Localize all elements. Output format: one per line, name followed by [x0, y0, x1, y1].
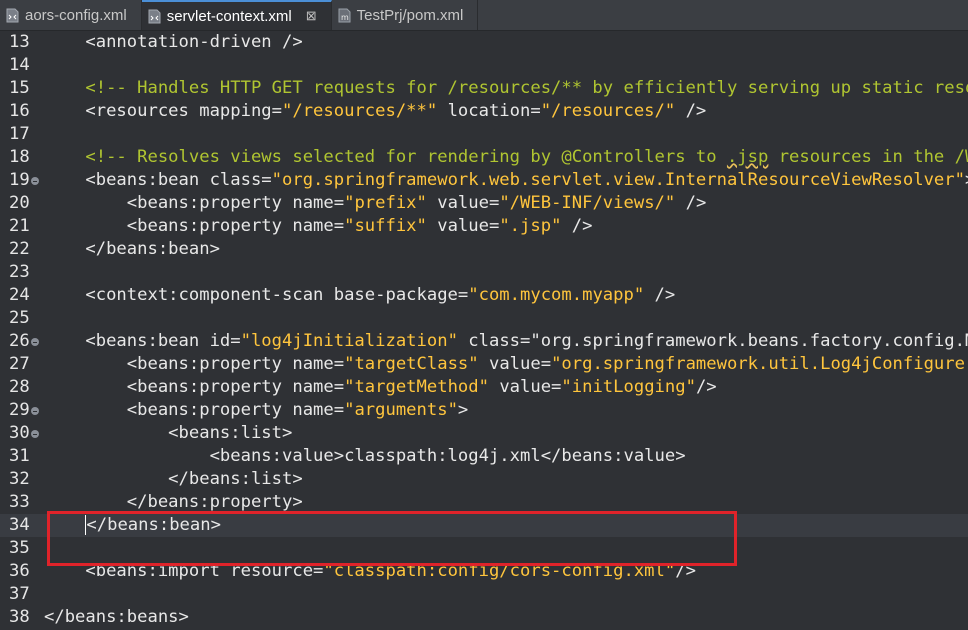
code-text: <resources mapping="/resources/**" locat…	[44, 101, 707, 121]
tab-2[interactable]: servlet-context.xml ⊠	[141, 0, 332, 30]
tab-label: servlet-context.xml	[166, 7, 292, 25]
line-number: 34	[9, 515, 30, 535]
line-number: 13	[9, 32, 30, 52]
line-number: 16	[9, 101, 30, 121]
line-number: 28	[9, 377, 30, 397]
code-line[interactable]: 38 </beans:beans>	[0, 606, 968, 629]
code-line[interactable]: 25	[0, 307, 968, 330]
svg-text:m: m	[341, 13, 349, 22]
code-line[interactable]: 21 <beans:property name="suffix" value="…	[0, 215, 968, 238]
code-text: <beans:property name="targetMethod" valu…	[44, 377, 717, 397]
code-text: </beans:beans>	[44, 607, 189, 627]
line-number: 20	[9, 193, 30, 213]
collapse-fold-icon[interactable]	[31, 407, 39, 415]
code-text: </beans:list>	[44, 469, 303, 489]
code-text: <beans:property name="arguments">	[44, 400, 469, 420]
code-line[interactable]: 23	[0, 261, 968, 284]
line-number: 23	[9, 262, 30, 282]
code-text: </beans:bean>	[85, 515, 221, 535]
code-line[interactable]: 17	[0, 123, 968, 146]
code-text: <beans:property name="suffix" value=".js…	[44, 216, 593, 236]
code-line[interactable]: 20 <beans:property name="prefix" value="…	[0, 192, 968, 215]
line-number: 31	[9, 446, 30, 466]
code-line[interactable]: 24 <context:component-scan base-package=…	[0, 284, 968, 307]
code-text: <beans:property name="prefix" value="/WE…	[44, 193, 707, 213]
xml-file-icon	[148, 9, 161, 24]
code-line[interactable]: 27 <beans:property name="targetClass" va…	[0, 353, 968, 376]
close-tab-icon[interactable]: ⊠	[306, 8, 317, 24]
line-number: 38	[9, 607, 30, 627]
pom-file-icon: m	[338, 8, 351, 23]
code-line[interactable]: 34 </beans:bean>	[0, 514, 968, 537]
code-line[interactable]: 22 </beans:bean>	[0, 238, 968, 261]
code-line[interactable]: 29 <beans:property name="arguments">	[0, 399, 968, 422]
code-line[interactable]: 36 <beans:import resource="classpath:con…	[0, 560, 968, 583]
line-number: 37	[9, 584, 30, 604]
line-number: 22	[9, 239, 30, 259]
code-text: <beans:import resource="classpath:config…	[44, 561, 696, 581]
code-text: </beans:property>	[44, 492, 303, 512]
code-line[interactable]: 26 <beans:bean id="log4jInitialization" …	[0, 330, 968, 353]
code-line[interactable]: 35	[0, 537, 968, 560]
line-number: 17	[9, 124, 30, 144]
line-number: 15	[9, 78, 30, 98]
code-line[interactable]: 19 <beans:bean class="org.springframewor…	[0, 169, 968, 192]
tab-1[interactable]: aors-config.xml	[0, 0, 142, 30]
code-text: <annotation-driven />	[44, 32, 303, 52]
code-line[interactable]: 37	[0, 583, 968, 606]
code-text: </beans:bean>	[44, 239, 220, 259]
code-line[interactable]: 33 </beans:property>	[0, 491, 968, 514]
tab-label: aors-config.xml	[25, 6, 127, 24]
line-number: 14	[9, 55, 30, 75]
code-text: <!-- Resolves views selected for renderi…	[44, 147, 968, 167]
code-line[interactable]: 31 <beans:value>classpath:log4j.xml</bea…	[0, 445, 968, 468]
code-line[interactable]: 14	[0, 54, 968, 77]
line-number: 21	[9, 216, 30, 236]
tab-3[interactable]: m TestPrj/pom.xml	[332, 0, 479, 30]
collapse-fold-icon[interactable]	[31, 430, 39, 438]
code-text: <!-- Handles HTTP GET requests for /reso…	[44, 78, 968, 98]
code-line[interactable]: 32 </beans:list>	[0, 468, 968, 491]
code-line[interactable]: 16 <resources mapping="/resources/**" lo…	[0, 100, 968, 123]
code-line[interactable]: 28 <beans:property name="targetMethod" v…	[0, 376, 968, 399]
line-number: 33	[9, 492, 30, 512]
line-number: 32	[9, 469, 30, 489]
code-line[interactable]: 30 <beans:list>	[0, 422, 968, 445]
collapse-fold-icon[interactable]	[31, 338, 39, 346]
collapse-fold-icon[interactable]	[31, 177, 39, 185]
code-editor[interactable]: 13 <annotation-driven /> 14 15 <!-- Handle…	[0, 31, 968, 630]
code-line[interactable]: 18 <!-- Resolves views selected for rend…	[0, 146, 968, 169]
code-line[interactable]: 13 <annotation-driven />	[0, 31, 968, 54]
code-text: <beans:bean class="org.springframework.w…	[44, 170, 968, 190]
line-number: 25	[9, 308, 30, 328]
code-text: <beans:list>	[44, 423, 293, 443]
line-number: 27	[9, 354, 30, 374]
line-number: 36	[9, 561, 30, 581]
code-text: <beans:property name="targetClass" value…	[44, 354, 968, 374]
line-number: 35	[9, 538, 30, 558]
code-line[interactable]: 15 <!-- Handles HTTP GET requests for /r…	[0, 77, 968, 100]
editor-tab-bar: aors-config.xml servlet-context.xml ⊠ m Test…	[0, 0, 968, 31]
line-number: 24	[9, 285, 30, 305]
code-text: <beans:value>classpath:log4j.xml</beans:…	[44, 446, 686, 466]
line-number: 18	[9, 147, 30, 167]
xml-file-icon	[6, 8, 19, 23]
code-text: <beans:bean id="log4jInitialization" cla…	[44, 331, 968, 351]
tab-label: TestPrj/pom.xml	[356, 6, 464, 24]
code-text: <context:component-scan base-package="co…	[44, 285, 676, 305]
